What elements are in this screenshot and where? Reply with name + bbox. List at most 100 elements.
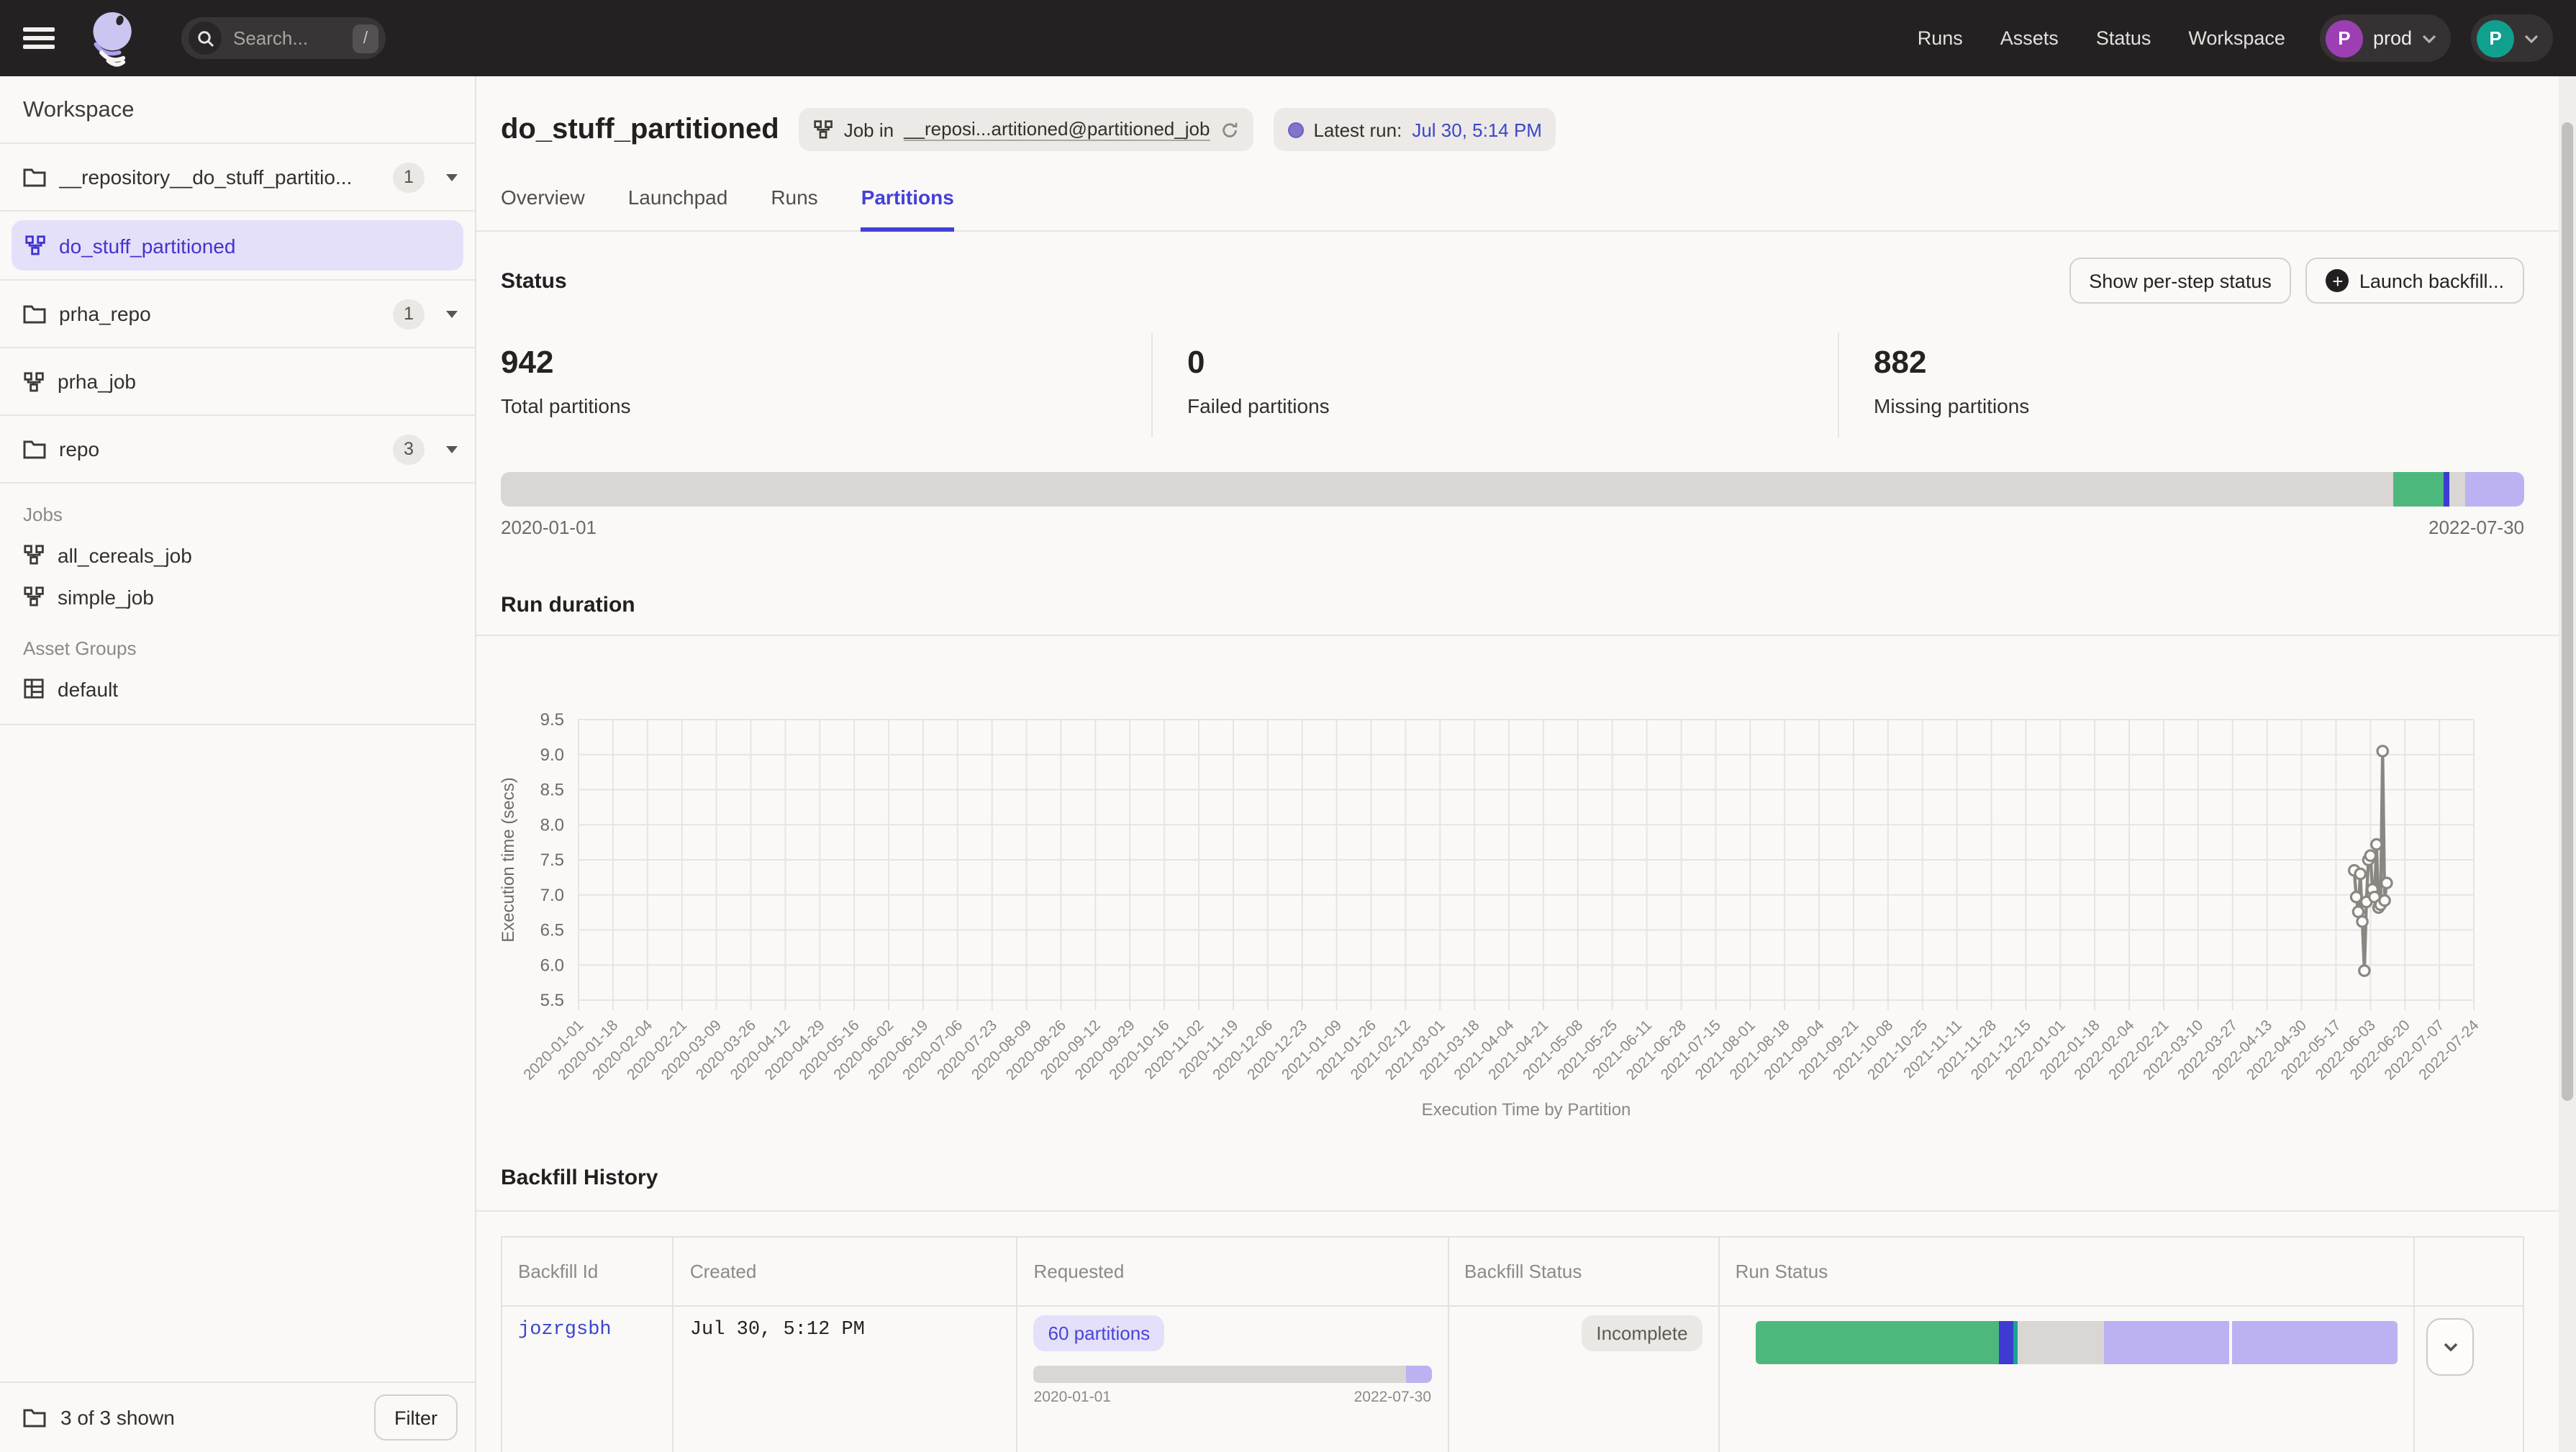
run-duration-title: Run duration [501,593,2524,617]
main-content: do_stuff_partitioned Job in __reposi...a… [476,76,2559,1452]
nav-runs[interactable]: Runs [1918,27,1963,49]
table-header-row: Backfill Id Created Requested Backfill S… [502,1237,2523,1306]
range-start-date: 2020-01-01 [501,517,597,538]
svg-text:Execution Time by Partition: Execution Time by Partition [1422,1100,1631,1120]
status-title: Status [501,268,567,293]
bar-segment [1034,1366,1406,1383]
bar-segment [1405,1366,1431,1383]
sidebar-item-repository-do-stuff[interactable]: __repository__do_stuff_partitio... 1 [0,144,475,212]
status-section-header: Status Show per-step status + Launch bac… [476,258,2559,304]
sidebar-item-prha-job[interactable]: prha_job [0,348,475,416]
job-origin-target[interactable]: __reposi...artitioned@partitioned_job [904,118,1210,141]
backfill-id-link[interactable]: jozrgsbh [518,1320,612,1341]
reload-icon[interactable] [1220,120,1238,139]
col-run-status: Run Status [1719,1237,2415,1306]
backfill-created-time: Jul 30, 5:12 PM [690,1320,865,1341]
tab-partitions[interactable]: Partitions [861,174,954,232]
svg-text:9.0: 9.0 [540,745,564,765]
bar-segment [1999,1321,2013,1364]
job-icon [24,235,46,256]
repo-count-badge: 1 [393,162,425,192]
nav-status[interactable]: Status [2096,27,2151,49]
backfill-status-badge: Incomplete [1582,1315,1702,1351]
repo-dropdown-caret-icon[interactable] [446,310,458,317]
bar-segment [2444,472,2449,507]
bar-segment [501,472,2393,507]
top-nav: Runs Assets Status Workspace [1918,27,2285,49]
search-icon [189,22,222,55]
user-menu[interactable]: P [2471,14,2553,62]
page-header: do_stuff_partitioned Job in __reposi...a… [476,76,2559,151]
svg-text:6.0: 6.0 [540,956,564,975]
execution-time-chart[interactable]: 9.59.08.58.07.57.06.56.05.52020-01-01202… [476,636,2536,1140]
sidebar-title: Workspace [0,76,475,144]
top-bar: Search... / Runs Assets Status Workspace… [0,0,2576,76]
search-input[interactable]: Search... / [181,17,386,59]
latest-run-time-link[interactable]: Jul 30, 5:14 PM [1412,119,1542,140]
folder-icon [23,304,46,324]
deployment-switcher[interactable]: P prod [2320,14,2451,62]
backfill-history-table: Backfill Id Created Requested Backfill S… [501,1236,2524,1452]
nav-workspace[interactable]: Workspace [2188,27,2285,49]
job-icon [23,371,45,392]
backfill-history-title: Backfill History [501,1166,2524,1190]
repo-count-badge: 3 [393,434,425,464]
svg-text:Execution time (secs): Execution time (secs) [499,777,518,942]
sidebar-item-default-asset-group[interactable]: default [23,668,452,709]
job-icon [23,544,45,566]
latest-run-label: Latest run: [1313,119,1402,140]
sidebar-item-prha-repo[interactable]: prha_repo 1 [0,281,475,348]
run-status-bar[interactable] [1756,1321,2398,1364]
repo-dropdown-caret-icon[interactable] [446,445,458,453]
sidebar-footer: 3 of 3 shown Filter [0,1381,475,1452]
search-shortcut-key: / [353,24,378,53]
requested-partitions-tag[interactable]: 60 partitions [1034,1315,1165,1351]
chevron-down-icon [2443,1343,2457,1351]
sidebar-item-do-stuff-partitioned[interactable]: do_stuff_partitioned [12,220,463,271]
repo-expanded-section: Jobs all_cereals_job simple_job Asset Gr… [0,484,475,725]
partition-status-bar[interactable] [501,472,2524,507]
latest-run-tag: Latest run: Jul 30, 5:14 PM [1273,108,1556,151]
stat-missing-partitions: 882 Missing partitions [1838,332,2524,437]
job-tabs: Overview Launchpad Runs Partitions [476,174,2559,232]
page-title: do_stuff_partitioned [501,113,779,146]
sidebar-item-simple-job[interactable]: simple_job [23,576,452,617]
asset-groups-section-label: Asset Groups [23,637,452,659]
bar-segment [2013,1321,2018,1364]
tab-overview[interactable]: Overview [501,174,585,230]
table-row: jozrgsbh Jul 30, 5:12 PM 60 partitions 2… [502,1306,2523,1452]
scrollbar-thumb[interactable] [2562,122,2573,1101]
svg-text:8.5: 8.5 [540,781,564,800]
asset-group-icon [23,678,45,699]
folder-icon [23,167,46,187]
repo-dropdown-caret-icon[interactable] [446,173,458,181]
workspace-sidebar: Workspace __repository__do_stuff_partiti… [0,76,476,1452]
bar-segment [2465,472,2524,507]
nav-assets[interactable]: Assets [2000,27,2059,49]
partition-stats: 942 Total partitions 0 Failed partitions… [476,332,2559,437]
tab-launchpad[interactable]: Launchpad [628,174,728,230]
col-backfill-status: Backfill Status [1448,1237,1719,1306]
requested-range-bar [1034,1366,1432,1383]
bar-segment [2232,1321,2398,1364]
deployment-label: prod [2373,27,2412,49]
partition-range-labels: 2020-01-01 2022-07-30 [501,517,2524,538]
run-status-dot-icon [1287,122,1303,137]
search-placeholder: Search... [233,27,341,49]
run-duration-chart-section: 9.59.08.58.07.57.06.56.05.52020-01-01202… [476,636,2559,1140]
svg-text:9.5: 9.5 [540,710,564,730]
hamburger-menu-icon[interactable] [23,27,55,49]
launch-backfill-button[interactable]: + Launch backfill... [2306,258,2524,304]
tab-runs[interactable]: Runs [771,174,817,230]
sidebar-item-repo[interactable]: repo 3 [0,416,475,484]
repos-shown-count: 3 of 3 shown [60,1406,360,1429]
filter-button[interactable]: Filter [374,1394,458,1440]
col-backfill-id: Backfill Id [502,1237,674,1306]
expand-row-button[interactable] [2426,1318,2474,1376]
col-actions [2414,1237,2523,1306]
deployment-avatar: P [2326,19,2363,57]
dagster-logo-icon[interactable] [86,8,141,68]
job-origin-prefix: Job in [844,119,894,140]
sidebar-item-all-cereals-job[interactable]: all_cereals_job [23,534,452,576]
show-per-step-status-button[interactable]: Show per-step status [2069,258,2292,304]
